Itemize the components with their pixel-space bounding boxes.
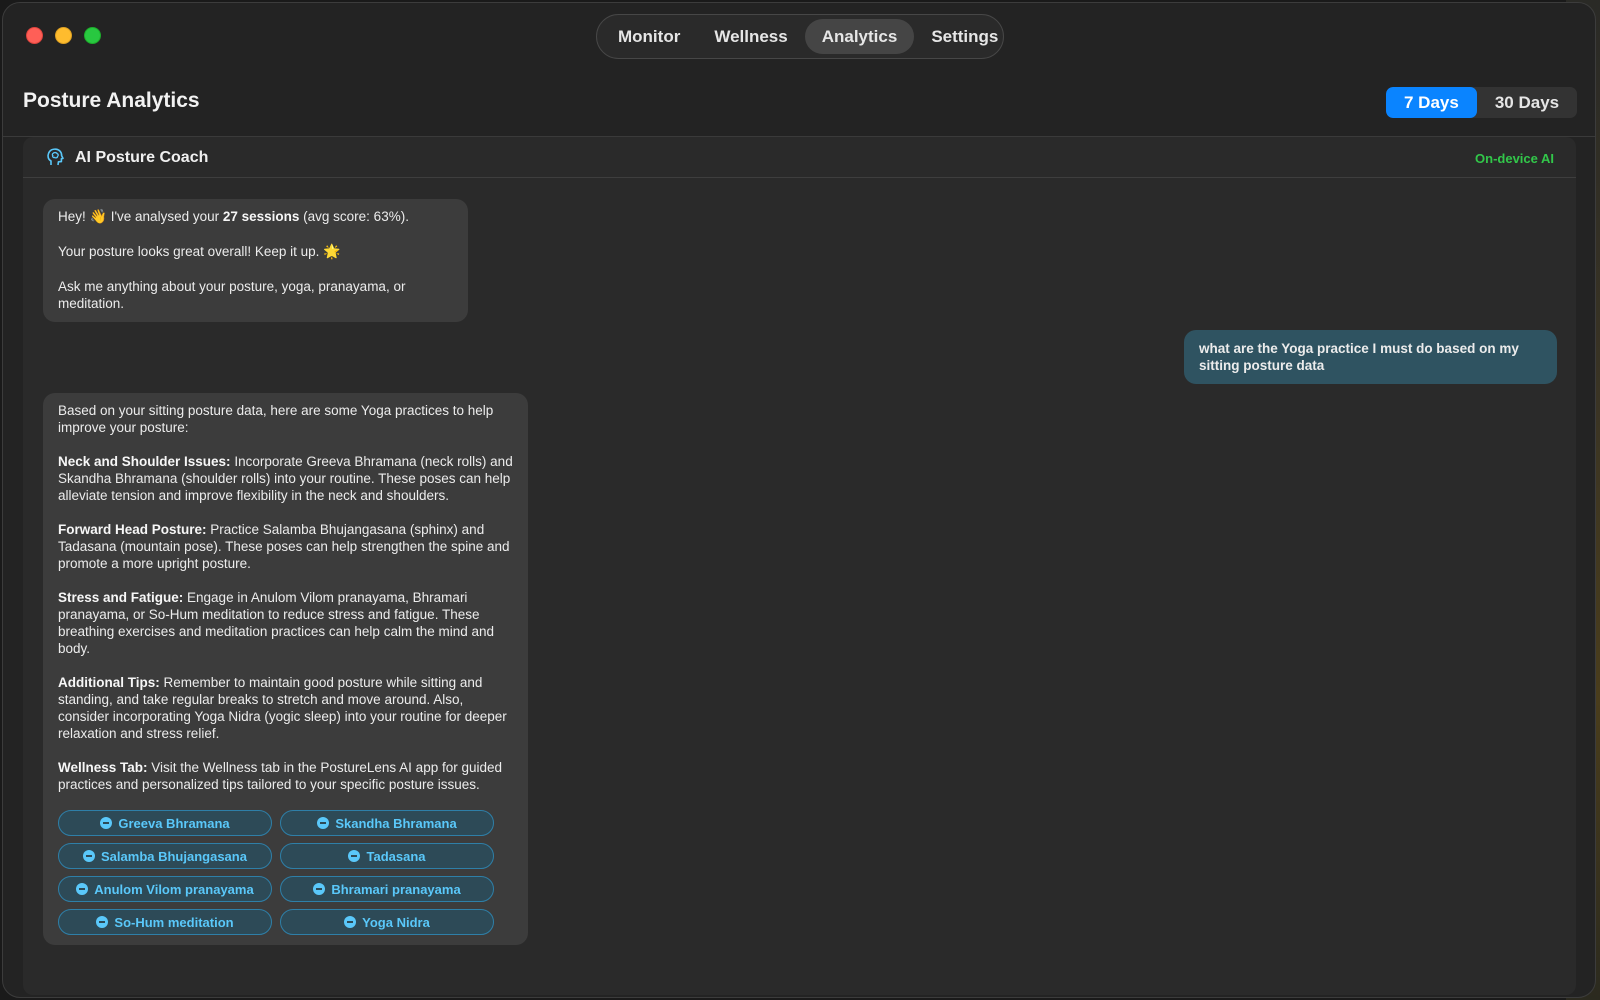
main-nav: Monitor Wellness Analytics Settings bbox=[596, 14, 1004, 59]
chip-so-hum[interactable]: So-Hum meditation bbox=[58, 909, 272, 935]
chip-bhramari[interactable]: Bhramari pranayama bbox=[280, 876, 494, 902]
reply-section: Forward Head Posture: Practice Salamba B… bbox=[58, 521, 513, 572]
ai-coach-panel: AI Posture Coach On-device AI Hey! 👋 I'v… bbox=[23, 137, 1576, 995]
brain-head-icon bbox=[47, 148, 64, 166]
minus-circle-icon bbox=[96, 916, 109, 928]
minimize-window-button[interactable] bbox=[55, 27, 72, 44]
app-window: Monitor Wellness Analytics Settings Post… bbox=[2, 2, 1596, 998]
coach-title: AI Posture Coach bbox=[75, 149, 209, 166]
chip-label: Tadasana bbox=[366, 848, 426, 864]
chip-label: So-Hum meditation bbox=[114, 914, 234, 930]
coach-header: AI Posture Coach On-device AI bbox=[23, 137, 1576, 178]
reply-section: Additional Tips: Remember to maintain go… bbox=[58, 674, 513, 742]
assistant-message: Hey! 👋 I've analysed your 27 sessions (a… bbox=[43, 199, 468, 322]
zoom-window-button[interactable] bbox=[84, 27, 101, 44]
on-device-badge: On-device AI bbox=[1475, 151, 1554, 166]
chip-anulom-vilom[interactable]: Anulom Vilom pranayama bbox=[58, 876, 272, 902]
reply-section: Neck and Shoulder Issues: Incorporate Gr… bbox=[58, 453, 513, 504]
reply-section: Wellness Tab: Visit the Wellness tab in … bbox=[58, 759, 513, 793]
minus-circle-icon bbox=[348, 850, 361, 862]
tab-analytics[interactable]: Analytics bbox=[804, 19, 915, 54]
range-7-days-button[interactable]: 7 Days bbox=[1386, 87, 1477, 118]
chip-label: Bhramari pranayama bbox=[331, 881, 461, 897]
close-window-button[interactable] bbox=[26, 27, 43, 44]
star-icon: 🌟 bbox=[323, 244, 341, 260]
chip-greeva-bhramana[interactable]: Greeva Bhramana bbox=[58, 810, 272, 836]
chip-salamba-bhujangasana[interactable]: Salamba Bhujangasana bbox=[58, 843, 272, 869]
titlebar: Monitor Wellness Analytics Settings bbox=[3, 3, 1595, 71]
greeting-text: Hey! bbox=[58, 209, 90, 224]
tab-settings[interactable]: Settings bbox=[914, 19, 1015, 54]
minus-circle-icon bbox=[313, 883, 326, 895]
encouragement-text: Your posture looks great overall! Keep i… bbox=[58, 244, 324, 259]
user-message: what are the Yoga practice I must do bas… bbox=[1184, 330, 1557, 384]
section-heading: Neck and Shoulder Issues: bbox=[58, 454, 231, 469]
chip-label: Anulom Vilom pranayama bbox=[94, 881, 254, 897]
chip-yoga-nidra[interactable]: Yoga Nidra bbox=[280, 909, 494, 935]
chip-label: Salamba Bhujangasana bbox=[101, 848, 247, 864]
minus-circle-icon bbox=[317, 817, 330, 829]
page-title: Posture Analytics bbox=[23, 89, 200, 112]
section-heading: Stress and Fatigue: bbox=[58, 590, 184, 605]
prompt-line: Ask me anything about your posture, yoga… bbox=[58, 279, 406, 311]
greeting-line: Hey! 👋 I've analysed your 27 sessions (a… bbox=[58, 208, 453, 226]
waving-hand-icon: 👋 bbox=[89, 209, 107, 225]
section-heading: Forward Head Posture: bbox=[58, 522, 207, 537]
assistant-message: Based on your sitting posture data, here… bbox=[43, 393, 528, 945]
practice-chips: Greeva Bhramana Skandha Bhramana Salamba… bbox=[58, 810, 513, 935]
reply-section: Stress and Fatigue: Engage in Anulom Vil… bbox=[58, 589, 513, 657]
reply-intro: Based on your sitting posture data, here… bbox=[58, 403, 494, 435]
range-30-days-button[interactable]: 30 Days bbox=[1477, 87, 1577, 118]
minus-circle-icon bbox=[83, 850, 96, 862]
tab-wellness[interactable]: Wellness bbox=[697, 19, 804, 54]
section-heading: Wellness Tab: bbox=[58, 760, 148, 775]
chip-label: Yoga Nidra bbox=[362, 914, 430, 930]
range-toggle: 7 Days 30 Days bbox=[1386, 87, 1578, 118]
minus-circle-icon bbox=[76, 883, 89, 895]
encouragement-line: Your posture looks great overall! Keep i… bbox=[58, 243, 453, 261]
minus-circle-icon bbox=[100, 817, 113, 829]
session-count: 27 sessions bbox=[222, 209, 300, 224]
minus-circle-icon bbox=[344, 916, 357, 928]
tab-monitor[interactable]: Monitor bbox=[601, 19, 697, 54]
chip-skandha-bhramana[interactable]: Skandha Bhramana bbox=[280, 810, 494, 836]
section-heading: Additional Tips: bbox=[58, 675, 160, 690]
greeting-text: I've analysed your bbox=[106, 209, 223, 224]
chip-label: Skandha Bhramana bbox=[335, 815, 457, 831]
chip-tadasana[interactable]: Tadasana bbox=[280, 843, 494, 869]
avg-score-text: (avg score: 63%). bbox=[299, 209, 409, 224]
chip-label: Greeva Bhramana bbox=[118, 815, 230, 831]
